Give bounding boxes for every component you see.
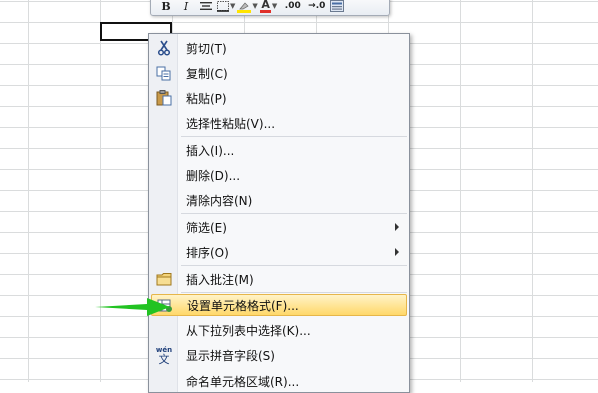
menu-label-show-phonetic: 显示拼音字段(S) (186, 348, 275, 363)
menu-label-pick-from-list: 从下拉列表中选择(K)... (186, 323, 311, 338)
menu-label-insert: 插入(I)... (186, 143, 235, 158)
mini-toolbar: B I ▼ ▼ A ▼ .00 →.0 (150, 0, 390, 16)
menu-label-clear-contents: 清除内容(N) (186, 193, 253, 208)
chevron-down-icon[interactable]: ▼ (252, 2, 257, 10)
menu-label-cut: 剪切(T) (186, 41, 227, 56)
border-icon[interactable]: ▼ (217, 0, 235, 14)
menu-label-filter: 筛选(E) (186, 220, 227, 235)
menu-label-paste-special: 选择性粘贴(V)... (186, 116, 276, 131)
phonetic-icon-char: 文 (158, 352, 170, 366)
menu-label-insert-comment: 插入批注(M) (186, 272, 254, 287)
paste-icon (156, 90, 172, 106)
submenu-arrow-icon (395, 223, 399, 231)
menu-separator (181, 265, 407, 266)
phonetic-icon: wén 文 (156, 346, 172, 366)
menu-item-pick-from-list[interactable]: 从下拉列表中选择(K)... (151, 319, 407, 341)
chevron-down-icon[interactable]: ▼ (230, 2, 235, 10)
font-color-icon[interactable]: A ▼ (260, 0, 278, 14)
menu-item-filter[interactable]: 筛选(E) (151, 216, 407, 238)
menu-item-show-phonetic[interactable]: wén 文 显示拼音字段(S) (151, 344, 407, 366)
align-icon[interactable] (197, 0, 215, 14)
menu-item-clear-contents[interactable]: 清除内容(N) (151, 189, 407, 211)
menu-item-delete[interactable]: 删除(D)... (151, 164, 407, 186)
menu-label-delete: 删除(D)... (186, 168, 241, 183)
menu-item-insert[interactable]: 插入(I)... (151, 139, 407, 161)
chevron-down-icon[interactable]: ▼ (272, 2, 277, 10)
menu-separator (181, 292, 407, 293)
menu-item-format-cells[interactable]: 设置单元格格式(F)... (151, 294, 407, 316)
menu-item-insert-comment[interactable]: 插入批注(M) (151, 268, 407, 290)
menu-item-copy[interactable]: 复制(C) (151, 62, 407, 84)
context-menu: 剪切(T) 复制(C) 粘贴(P) 选择性粘贴(V)... 插入(I)... 删… (148, 33, 410, 393)
fill-color-icon[interactable]: ▼ (237, 0, 258, 14)
menu-item-define-name[interactable]: 命名单元格区域(R)... (151, 370, 407, 392)
menu-item-sort[interactable]: 排序(O) (151, 241, 407, 263)
menu-separator (181, 136, 407, 137)
menu-item-paste[interactable]: 粘贴(P) (151, 87, 407, 109)
copy-icon (156, 65, 172, 81)
format-painter-icon[interactable] (328, 0, 346, 14)
menu-label-format-cells: 设置单元格格式(F)... (187, 298, 299, 313)
menu-label-define-name: 命名单元格区域(R)... (186, 374, 300, 389)
font-color-letter: A (260, 0, 271, 13)
fill-color-swatch (237, 0, 252, 13)
annotation-arrow-icon (95, 298, 170, 316)
italic-icon[interactable]: I (177, 0, 195, 14)
increase-decimal-icon[interactable]: .00 (284, 0, 302, 14)
menu-item-cut[interactable]: 剪切(T) (151, 37, 407, 59)
scissors-icon (156, 40, 172, 56)
submenu-arrow-icon (395, 248, 399, 256)
bold-icon[interactable]: B (157, 0, 175, 14)
menu-label-copy: 复制(C) (186, 66, 228, 81)
menu-label-sort: 排序(O) (186, 245, 229, 260)
decrease-decimal-icon[interactable]: →.0 (308, 0, 326, 14)
comment-icon (156, 271, 172, 287)
menu-separator (181, 213, 407, 214)
menu-label-paste: 粘贴(P) (186, 91, 227, 106)
menu-item-paste-special[interactable]: 选择性粘贴(V)... (151, 112, 407, 134)
